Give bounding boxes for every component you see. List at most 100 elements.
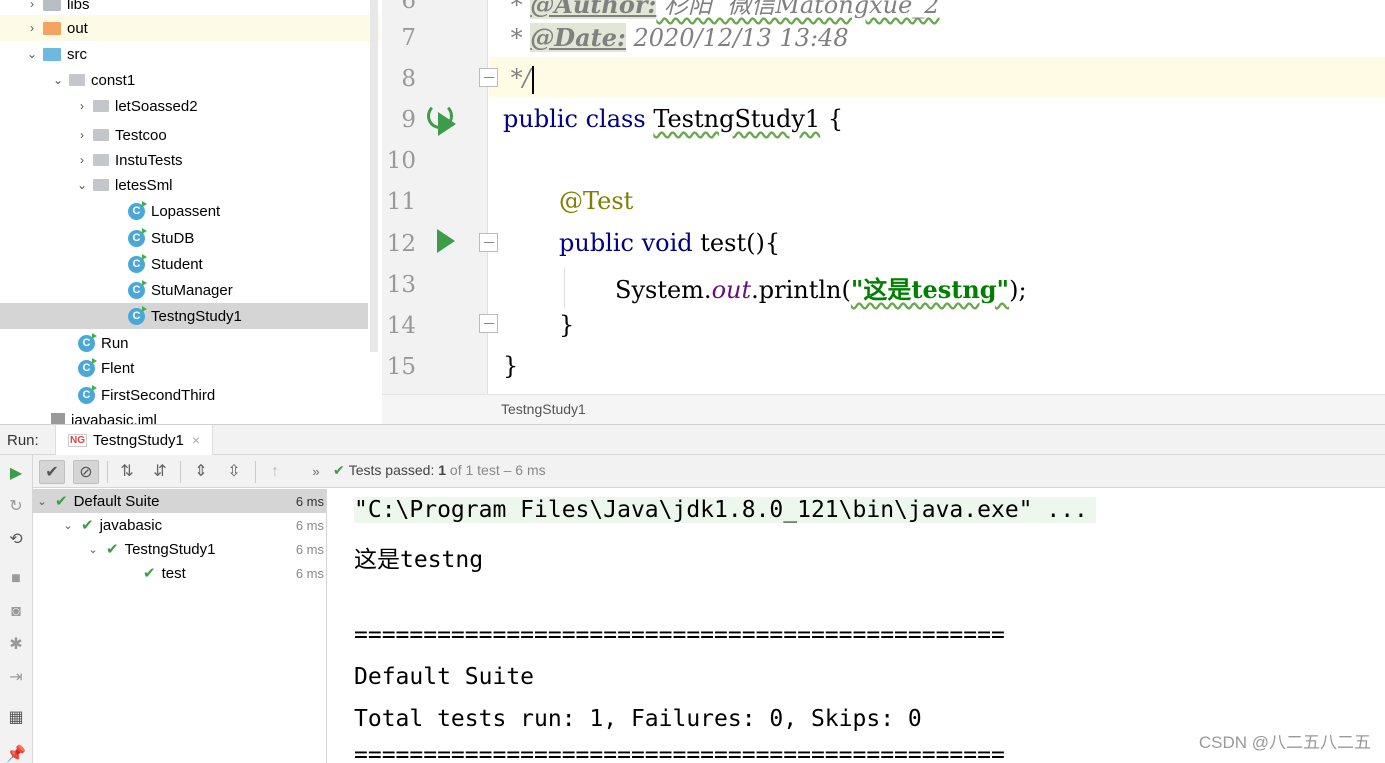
chevron-right-icon[interactable]: › [25,21,39,35]
stop-icon[interactable]: ■ [6,569,26,589]
chevron-down-icon[interactable]: ⌄ [35,495,49,508]
chevron-right-icon[interactable]: › [25,0,39,11]
tree-item-class[interactable]: C Flent [78,355,134,381]
tree-item-class[interactable]: C Lopassent [128,198,220,224]
passed-check-icon: ✔ [55,493,68,510]
test-node-module[interactable]: ⌄ ✔ javabasic 6 ms [33,513,326,537]
console-output-line: 这是testng [354,547,484,573]
chevron-down-icon[interactable]: ⌄ [25,47,39,61]
test-node-time: 6 ms [295,517,324,533]
line-number: 10 [386,148,416,174]
rerun-icon[interactable]: ▶ [6,464,26,484]
console-suite-line: Default Suite [354,664,535,690]
watermark: CSDN @八二五八二五 [1198,733,1371,752]
rerun-failed-icon[interactable]: ↻ [6,497,26,517]
tree-item-class[interactable]: C StuDB [128,225,194,251]
chevron-right-icon[interactable]: › [75,153,89,167]
passed-check-icon: ✔ [106,541,119,558]
export-icon[interactable]: ⇥ [6,668,26,688]
chevron-down-icon[interactable]: ⌄ [51,73,65,87]
test-node-suite[interactable]: ⌄ ✔ Default Suite 6 ms [33,489,326,513]
test-node-label: javabasic [99,516,163,534]
tree-item-iml[interactable]: javabasic.iml [51,408,309,425]
chevron-right-icon[interactable]: › [75,128,89,142]
chevron-down-icon[interactable]: ⌄ [75,178,89,192]
run-tool-window-header: Run: NG TestngStudy1 × [0,424,1385,455]
test-node-label: TestngStudy1 [124,540,216,558]
layout-icon[interactable]: ▦ [6,708,26,728]
test-node-class[interactable]: ⌄ ✔ TestngStudy1 6 ms [33,537,326,561]
tree-item-label: const1 [91,71,136,89]
tree-item-class-selected[interactable]: C TestngStudy1 [0,303,368,329]
folder-orange-icon [43,21,61,35]
test-node-label: Default Suite [73,492,160,510]
class-icon: C [78,357,97,377]
show-passed-icon[interactable]: ✔ [39,460,65,484]
tab-run-config[interactable]: NG TestngStudy1 × [55,425,214,455]
line-number: 15 [386,354,416,380]
breadcrumb-item[interactable]: TestngStudy1 [501,401,586,417]
tree-item-src[interactable]: ⌄ src [25,41,87,67]
passed-check-icon: ✔ [81,517,94,534]
tree-item-package[interactable]: ⌄ letesSml [75,172,173,198]
folder-icon [43,0,61,11]
console-summary-line: Total tests run: 1, Failures: 0, Skips: … [354,706,922,732]
class-icon: C [78,332,97,352]
test-node-time: 6 ms [295,493,324,509]
tree-item-package[interactable]: › letSoassed2 [75,93,198,119]
fold-marker-icon[interactable] [479,68,498,87]
previous-failed-icon[interactable]: ↑ [262,460,288,484]
fold-marker-icon[interactable] [479,233,498,252]
tree-item-class[interactable]: C StuManager [128,277,233,303]
line-number: 9 [401,107,416,133]
line-number: 6 [401,0,416,14]
toolbar-separator [255,461,256,483]
code-line-15: } [503,352,519,380]
tree-item-package[interactable]: › InstuTests [75,147,183,173]
line-number: 12 [386,231,416,257]
toggle-auto-test-icon[interactable]: ⟲ [6,530,26,550]
project-scrollbar[interactable] [370,0,378,352]
debug-icon[interactable]: ✱ [6,635,26,655]
tree-item-class[interactable]: C FirstSecondThird [78,382,215,408]
code-line-6: * @Author: 杉阳 微信Matongxue_2 [503,0,940,20]
chevron-right-icon[interactable]: › [75,99,89,113]
status-rest: of 1 test – 6 ms [449,462,546,478]
fold-marker-icon[interactable] [479,314,498,333]
tree-item-package[interactable]: ⌄ const1 [51,67,135,93]
tree-item-class[interactable]: C Student [128,251,203,277]
code-line-14: } [559,311,575,339]
class-icon: C [128,227,147,247]
close-icon[interactable]: × [192,432,200,448]
class-icon: C [128,200,147,220]
show-ignored-icon[interactable]: ⊘ [73,460,99,484]
run-test-icon[interactable] [437,229,455,253]
test-node-method[interactable]: ✔ test 6 ms [33,561,326,585]
package-icon [93,100,109,112]
line-number: 7 [401,25,416,51]
run-class-icon[interactable] [438,112,456,136]
pin-icon[interactable]: 📌 [6,745,26,763]
package-icon [93,154,109,166]
line-number: 8 [401,66,416,92]
tree-item-label: out [67,19,88,37]
console-command-line: "C:\Program Files\Java\jdk1.8.0_121\bin\… [354,497,1096,523]
tree-item-class[interactable]: C Run [78,330,129,356]
sort-by-duration-icon[interactable]: ⇵ [147,460,173,484]
console-output[interactable]: "C:\Program Files\Java\jdk1.8.0_121\bin\… [328,489,1385,763]
sort-alphabetically-icon[interactable]: ⇅ [114,460,140,484]
more-actions-icon[interactable]: » [303,460,329,484]
chevron-down-icon[interactable]: ⌄ [61,519,75,532]
tree-item-label: Flent [101,359,135,377]
editor-breadcrumb[interactable]: TestngStudy1 [382,394,1385,424]
chevron-down-icon[interactable]: ⌄ [86,543,100,556]
indent-guide [564,268,565,308]
expand-all-icon[interactable]: ⇕ [188,460,214,484]
camera-icon[interactable]: ◙ [6,602,26,622]
text-caret [531,65,534,94]
tree-item-out[interactable]: › out [0,15,380,41]
code-line-7: * @Date: 2020/12/13 13:48 [503,23,849,52]
collapse-all-icon[interactable]: ⇳ [221,460,247,484]
tree-item-package[interactable]: › Testcoo [75,122,167,148]
code-editor[interactable]: 6 7 8 9 10 11 12 13 14 15 * @Author: 杉阳 … [382,0,1385,394]
